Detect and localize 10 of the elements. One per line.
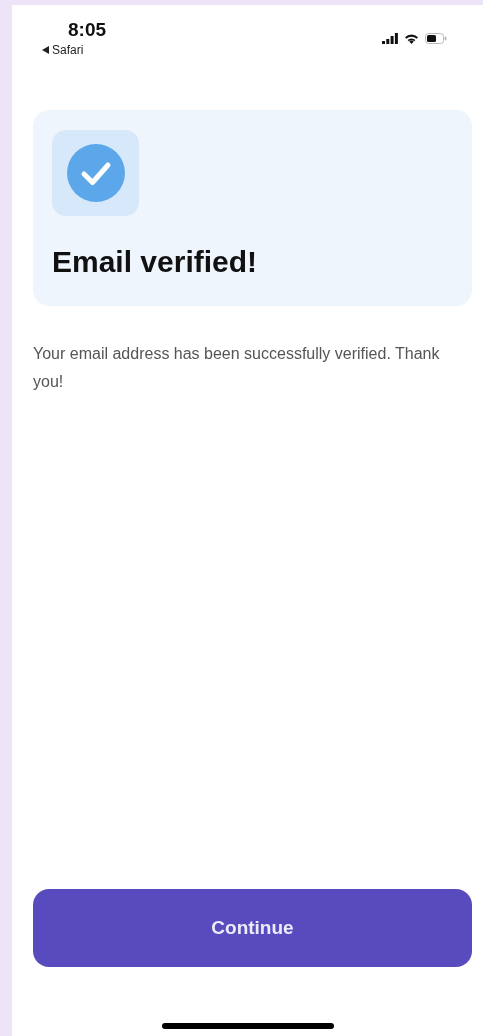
battery-icon: [425, 33, 447, 44]
continue-button[interactable]: Continue: [33, 889, 472, 967]
wifi-icon: [404, 33, 419, 44]
status-time: 8:05: [68, 19, 107, 41]
card-title: Email verified!: [52, 244, 259, 280]
signal-icon: [382, 33, 398, 44]
back-link[interactable]: Safari: [52, 43, 84, 57]
check-circle-icon: [66, 144, 125, 202]
back-triangle-icon[interactable]: [42, 46, 49, 54]
confirmation-message: Your email address has been successfully verified. Thank you!: [33, 344, 441, 392]
